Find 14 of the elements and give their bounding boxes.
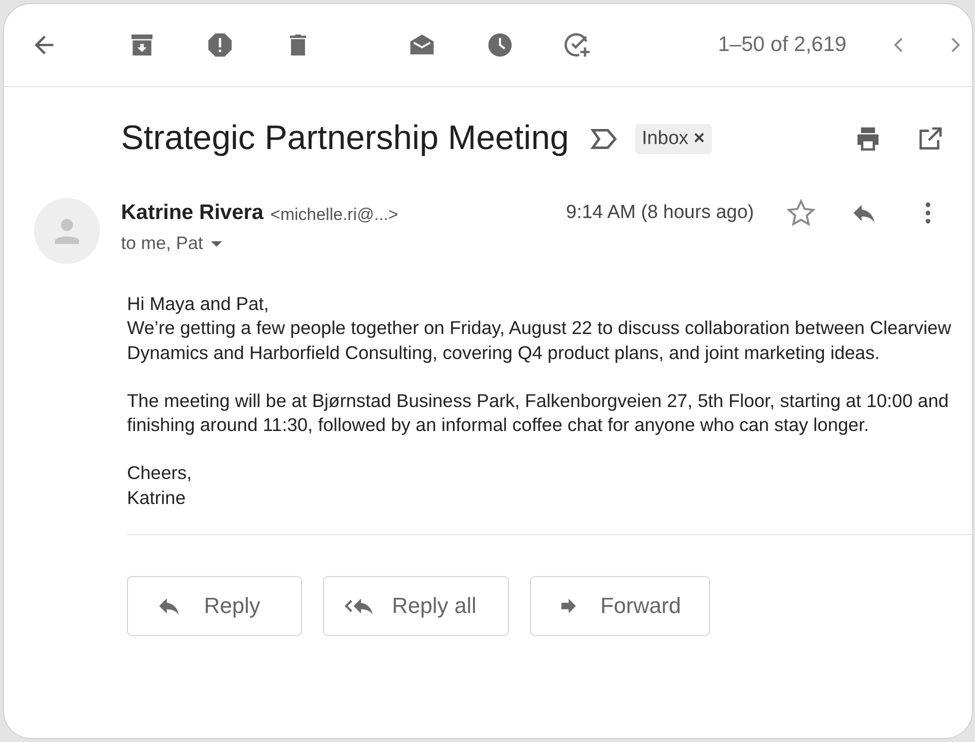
reply-all-button[interactable]: Reply all [323,576,509,636]
message-paragraph: Hi Maya and Pat, We’re getting a few people together on Friday, August 22 to discuss collaboration between Clearview Dynamics and Harborfield Consulting, covering Q4 product plans, and joint marketing ideas. [127,292,952,365]
timestamp: 9:14 AM (8 hours ago) [566,202,754,224]
message-paragraph: The meeting will be at Bjørnstad Business Park, Falkenborgveien 27, 5th Floor, starting at 10:00 and finishing around 11:30, followed by an informal coffee chat for anyone who can stay longer. [127,388,950,438]
pagination-count: 1–50 of 2,619 [718,33,846,57]
sender-email: <michelle.ri@...> [270,204,398,224]
email-subject: Strategic Partnership Meeting [121,119,569,158]
reply-button[interactable]: Reply [127,576,302,636]
remove-label-button[interactable]: × [694,128,705,148]
forward-button[interactable]: Forward [530,576,710,636]
message-paragraph: Cheers, Katrine [127,461,193,510]
recipients: to me, Pat [121,233,204,254]
inbox-label: Inbox × [634,124,712,154]
sender-name: Katrine Rivera [121,201,264,225]
